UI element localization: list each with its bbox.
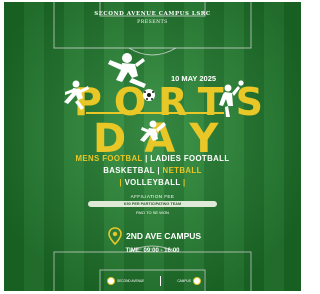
image-frame: SECOND AVENUE CAMPUS LSRC PRESENTS 10 MA… <box>0 0 305 294</box>
basketball-player-silhouette <box>219 80 244 117</box>
runner-silhouette <box>64 80 89 110</box>
volleyball-player-silhouette <box>140 120 166 142</box>
sports-day-poster: SECOND AVENUE CAMPUS LSRC PRESENTS 10 MA… <box>4 2 301 291</box>
athlete-silhouettes <box>64 53 244 142</box>
footballer-silhouette <box>108 53 146 88</box>
